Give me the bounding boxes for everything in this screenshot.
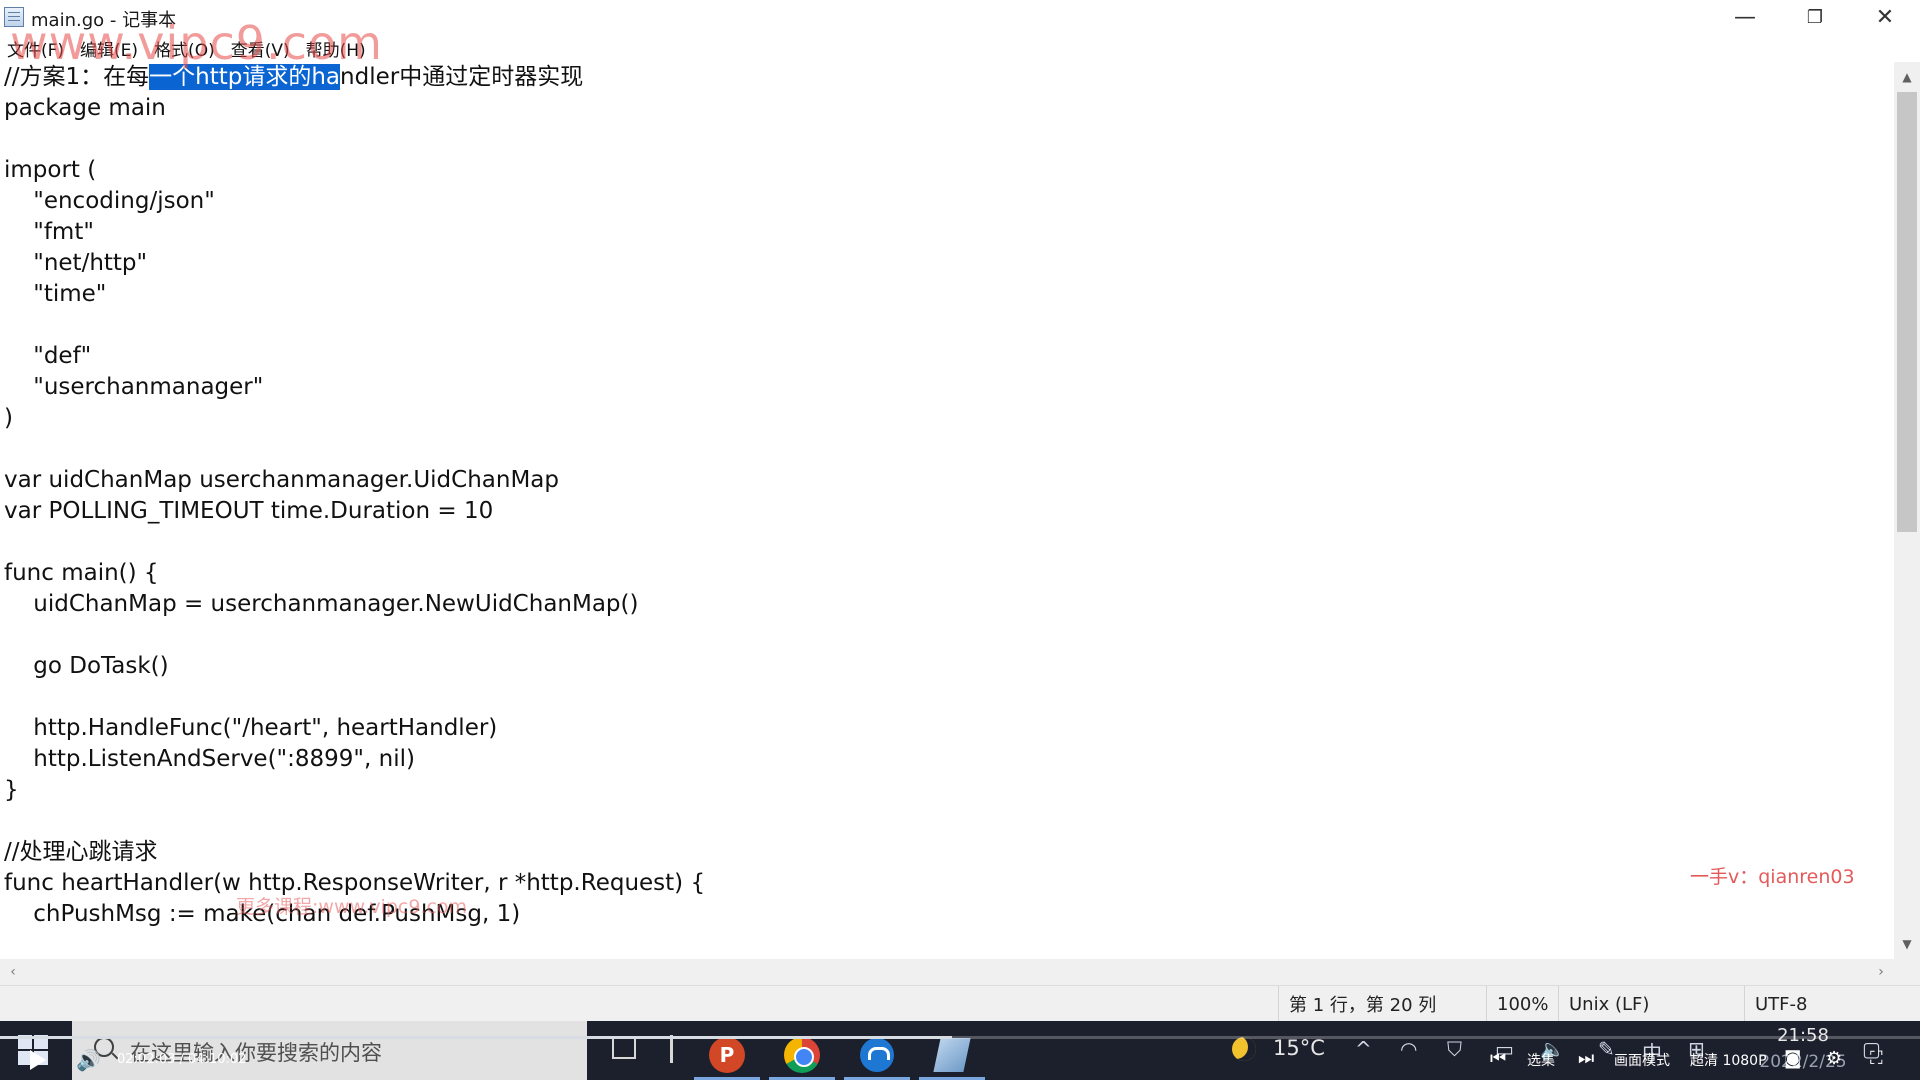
screenshot-icon[interactable]: ◙: [1784, 1048, 1801, 1069]
close-button[interactable]: ✕: [1850, 0, 1920, 34]
vertical-scroll-thumb[interactable]: [1897, 92, 1917, 532]
previous-icon[interactable]: ⏮: [1490, 1048, 1506, 1069]
video-progress-fill: [0, 1036, 953, 1039]
watermark-contact: 一手v：qianren03: [1690, 866, 1855, 888]
code-line: "time": [4, 281, 107, 307]
code-line: ): [4, 405, 13, 431]
menu-edit[interactable]: 编辑(E): [80, 36, 138, 61]
code-line: func main() {: [4, 560, 159, 586]
code-line: "net/http": [4, 250, 148, 276]
line-ending: Unix (LF): [1558, 986, 1744, 1022]
code-line: func heartHandler(w http.ResponseWriter,…: [4, 870, 706, 896]
text-editor[interactable]: //方案1：在每一个http请求的handler中通过定时器实现 package…: [0, 62, 1894, 959]
horizontal-scrollbar[interactable]: ‹ ›: [0, 959, 1894, 985]
line-text-before: //方案1：在每: [4, 64, 150, 90]
code-line: http.HandleFunc("/heart", heartHandler): [4, 715, 498, 741]
vertical-scrollbar[interactable]: ▲ ▼: [1894, 62, 1920, 959]
text-selection: 一个http请求的ha: [149, 64, 341, 90]
code-line: uidChanMap = userchanmanager.NewUidChanM…: [4, 591, 639, 617]
encoding: UTF-8: [1744, 986, 1920, 1022]
code-line: var POLLING_TIMEOUT time.Duration = 10: [4, 498, 494, 524]
episodes-button[interactable]: 选集: [1527, 1050, 1555, 1070]
restore-button[interactable]: ❐: [1780, 0, 1850, 34]
window-title: main.go - 记事本: [31, 10, 177, 31]
status-bar: 第 1 行，第 20 列 100% Unix (LF) UTF-8: [0, 985, 1920, 1022]
quality-button[interactable]: 超清 1080P: [1690, 1050, 1767, 1070]
code-line: import (: [4, 157, 97, 183]
scroll-right-arrow-icon[interactable]: ›: [1870, 959, 1892, 985]
settings-gear-icon[interactable]: ⚙: [1826, 1048, 1842, 1069]
menu-view[interactable]: 查看(V): [231, 36, 290, 61]
code-line: }: [4, 777, 19, 803]
play-icon[interactable]: [30, 1050, 46, 1070]
picture-mode-button[interactable]: 画面模式: [1614, 1050, 1670, 1070]
video-progress-bar[interactable]: [0, 1036, 1920, 1039]
cursor-position: 第 1 行，第 20 列: [1278, 986, 1486, 1022]
menu-file[interactable]: 文件(F): [7, 36, 64, 61]
zoom-level: 100%: [1486, 986, 1558, 1022]
next-icon[interactable]: ⏭: [1578, 1048, 1594, 1069]
code-line: "def": [4, 343, 92, 369]
code-line: go DoTask(): [4, 653, 169, 679]
code-line: //处理心跳请求: [4, 839, 158, 865]
minimize-button[interactable]: —: [1710, 0, 1780, 34]
code-line: var uidChanMap userchanmanager.UidChanMa…: [4, 467, 559, 493]
video-time: 02:02:03 / 04:10:02: [117, 1052, 247, 1067]
code-line: package main: [4, 95, 166, 121]
scrollbar-corner: [1894, 959, 1920, 985]
fullscreen-icon[interactable]: ⛶: [1870, 1048, 1883, 1069]
video-player-controls: 🔊 02:02:03 / 04:10:02 ⏮ 选集 ⏭ 画面模式 超清 108…: [0, 1042, 1920, 1080]
code-line: "userchanmanager": [4, 374, 264, 400]
notepad-app-icon: [4, 7, 24, 27]
code-line-selected: //方案1：在每一个http请求的handler中通过定时器实现: [0, 62, 1894, 93]
scroll-up-arrow-icon[interactable]: ▲: [1894, 66, 1920, 88]
code-line: "fmt": [4, 219, 94, 245]
code-line: chPushMsg := make(chan def.PushMsg, 1): [4, 901, 521, 927]
volume-icon[interactable]: 🔊: [76, 1048, 101, 1072]
code-line: http.ListenAndServe(":8899", nil): [4, 746, 415, 772]
code-line: "encoding/json": [4, 188, 215, 214]
scroll-left-arrow-icon[interactable]: ‹: [2, 959, 24, 985]
scroll-down-arrow-icon[interactable]: ▼: [1894, 933, 1920, 955]
line-text-after: ndler中通过定时器实现: [340, 64, 584, 90]
menu-format[interactable]: 格式(O): [154, 36, 215, 61]
menu-help[interactable]: 帮助(H): [306, 36, 366, 61]
title-bar: main.go - 记事本 — ❐ ✕: [0, 0, 1920, 34]
menu-bar: 文件(F) 编辑(E) 格式(O) 查看(V) 帮助(H): [0, 34, 1920, 62]
